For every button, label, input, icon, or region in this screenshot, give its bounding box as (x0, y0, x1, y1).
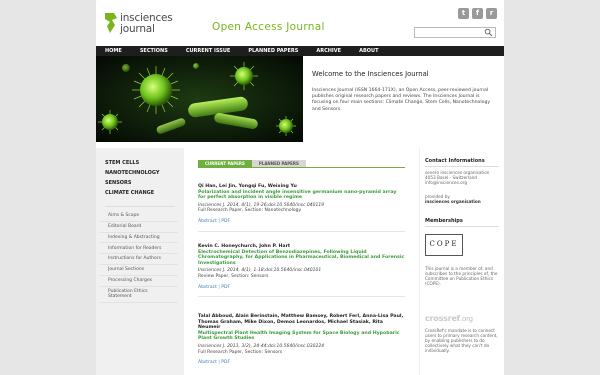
tagline: Open Access Journal (212, 21, 325, 33)
sidebar-link-processing-charges[interactable]: Processing Charges (99, 276, 178, 287)
link-separator: | (218, 360, 220, 366)
sidebar-link-journal-sections[interactable]: Journal Sections (99, 265, 178, 276)
memberships-divider (425, 226, 499, 227)
right-sidebar: Contact Informations severo insciences o… (419, 148, 504, 375)
nav-archive[interactable]: ARCHIVE (307, 46, 350, 56)
tab-planned-papers[interactable]: PLANNED PAPERS (251, 160, 306, 167)
pdf-link[interactable]: PDF (221, 360, 230, 365)
rss-icon[interactable]: r (486, 8, 497, 19)
article-item: Qi Han, Lei Jin, Yongqi Fu, Weixing Yu P… (198, 184, 405, 232)
article-links: Abstract | PDF (198, 285, 405, 291)
article-links: Abstract | PDF (198, 219, 405, 225)
article-divider (198, 230, 405, 232)
sidebar-item-stem-cells[interactable]: STEM CELLS (96, 158, 184, 168)
sidebar: STEM CELLS NANOTECHNOLOGY SENSORS CLIMAT… (96, 148, 184, 375)
crossref-logo[interactable]: crossref.org (425, 314, 473, 323)
provider-name-text: insciences organisation (425, 199, 481, 204)
banner: Welcome to the Insciences Journal Inscie… (96, 56, 504, 142)
abstract-link[interactable]: Abstract (198, 219, 217, 224)
article-type: Full Research Paper, Section: Nanotechno… (198, 208, 302, 214)
intro-text: Insciences Journal (ISSN 1664-171X), an … (312, 88, 491, 112)
site-logo[interactable]: insciences journal (104, 10, 184, 36)
bacteria-banner-image (96, 56, 303, 142)
sidebar-link-readers[interactable]: Information for Readers (99, 243, 178, 255)
crossref-logo-text: crossref (425, 314, 460, 323)
article-type: Review Paper, Section: Sensors (198, 273, 269, 279)
facebook-icon[interactable]: f (472, 8, 483, 19)
info-links: Aims & Scope Editorial Board Indexing & … (96, 211, 184, 303)
sidebar-item-nanotechnology[interactable]: NANOTECHNOLOGY (96, 168, 184, 178)
sidebar-link-aims-scope[interactable]: Aims & Scope (99, 211, 178, 222)
nav-current-issue[interactable]: CURRENT ISSUE (177, 46, 240, 56)
twitter-icon[interactable]: t (458, 8, 469, 19)
article-title[interactable]: Multispectral Plant Health Imaging Syste… (198, 331, 405, 342)
welcome-heading: Welcome to the Insciences Journal (312, 70, 429, 78)
main-nav: HOME SECTIONS CURRENT ISSUE PLANNED PAPE… (96, 46, 504, 56)
article-type: Full Research Paper, Section: Sensors (198, 349, 283, 355)
papers-panel: CURRENT PAPERS PLANNED PAPERS Qi Han, Le… (192, 148, 411, 375)
nav-planned-papers[interactable]: PLANNED PAPERS (239, 46, 307, 56)
contact-email[interactable]: info@insciences.org (425, 180, 501, 185)
site-header: insciences journal Open Access Journal t… (96, 0, 504, 47)
abstract-link[interactable]: Abstract (198, 285, 217, 290)
abstract-link[interactable]: Abstract (198, 360, 217, 365)
article-authors: Talal Abboud, Alain Berinstain, Matthew … (198, 314, 404, 331)
sidebar-item-climate-change[interactable]: CLIMATE CHANGE (96, 188, 184, 198)
page: insciences journal Open Access Journal t… (96, 0, 504, 375)
nav-about[interactable]: ABOUT (350, 46, 387, 56)
cope-description: This journal is a member of, and subscri… (425, 266, 498, 286)
search-icon[interactable] (484, 28, 493, 37)
sidebar-divider (105, 206, 175, 207)
article-title[interactable]: Electrochemical Detection of Benzodiazep… (198, 250, 405, 267)
article-divider (198, 296, 405, 298)
pdf-link[interactable]: PDF (221, 285, 230, 290)
contact-divider (425, 166, 499, 167)
link-separator: | (218, 218, 220, 224)
provider-name: insciences organisation (425, 199, 501, 204)
article-title[interactable]: Polarization and incident angle insensit… (198, 190, 405, 201)
sidebar-link-authors[interactable]: Instructions for Authors (99, 254, 178, 265)
pdf-link[interactable]: PDF (221, 219, 230, 224)
nav-home[interactable]: HOME (96, 46, 131, 56)
article-item: Talal Abboud, Alain Berinstain, Matthew … (198, 314, 405, 366)
tab-underline (198, 167, 405, 168)
crossref-description: CrossRef's mandate is to connect users t… (425, 328, 498, 353)
memberships-heading: Memberships (425, 218, 463, 224)
link-separator: | (218, 284, 220, 290)
logo-text-line2: journal (120, 23, 155, 35)
sidebar-link-indexing[interactable]: Indexing & Abstracting (99, 233, 178, 244)
paper-tabs: CURRENT PAPERS PLANNED PAPERS (198, 160, 306, 167)
logo-mark-icon (105, 13, 117, 33)
sidebar-item-sensors[interactable]: SENSORS (96, 178, 184, 188)
article-item: Kevin C. Honeychurch, John P. Hart Elect… (198, 244, 405, 298)
tab-current-papers[interactable]: CURRENT PAPERS (198, 160, 252, 167)
nav-sections[interactable]: SECTIONS (131, 46, 177, 56)
content-area: STEM CELLS NANOTECHNOLOGY SENSORS CLIMAT… (96, 148, 504, 375)
contact-heading: Contact Informations (425, 158, 485, 164)
search-box (414, 27, 496, 47)
section-list: STEM CELLS NANOTECHNOLOGY SENSORS CLIMAT… (96, 158, 184, 198)
cope-logo[interactable]: COPE (425, 234, 463, 256)
crossref-logo-suffix: .org (459, 315, 473, 323)
sidebar-link-ethics[interactable]: Publication Ethics Statement (99, 287, 178, 303)
cope-logo-text: COPE (429, 240, 459, 248)
sidebar-link-editorial-board[interactable]: Editorial Board (99, 222, 178, 233)
article-links: Abstract | PDF (198, 360, 405, 366)
